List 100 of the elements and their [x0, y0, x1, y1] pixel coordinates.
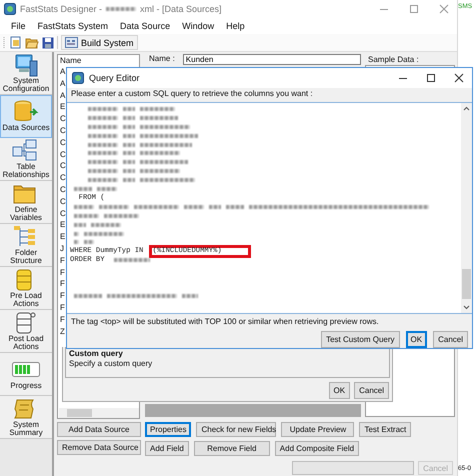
list-item[interactable]: C: [58, 208, 67, 220]
list-item[interactable]: A: [58, 90, 67, 102]
blurred-text: [123, 134, 135, 138]
field-button[interactable]: Add Field: [145, 441, 189, 456]
column-header: Name: [59, 55, 82, 66]
blurred-text: [97, 187, 117, 192]
field-button[interactable]: Add Composite Field: [274, 441, 360, 456]
list-item[interactable]: C: [58, 148, 67, 160]
menu-item[interactable]: File: [11, 21, 26, 31]
blurred-text: [123, 160, 135, 164]
blurred-text: [140, 107, 175, 112]
list-item[interactable]: F: [58, 290, 67, 302]
list-item[interactable]: C: [58, 196, 67, 208]
blurred-text: [88, 107, 118, 112]
maximize-icon[interactable]: [426, 72, 436, 83]
blurred-text: [226, 204, 244, 209]
blurred-text: [140, 169, 180, 174]
blurred-text: [74, 214, 99, 218]
close-icon[interactable]: [454, 72, 464, 83]
build-system-button[interactable]: Build System: [61, 35, 138, 50]
description-text: Specify a custom query: [69, 359, 154, 368]
blurred-text: [88, 178, 118, 182]
window-title: xml - [Data Sources]: [140, 4, 222, 14]
field-button[interactable]: Properties: [145, 422, 192, 437]
blurred-text: [107, 294, 177, 298]
list-item[interactable]: E: [58, 101, 67, 114]
scrollbar-thumb[interactable]: [462, 269, 471, 299]
menu-item[interactable]: Data Source: [120, 21, 170, 31]
blurred-text: [88, 134, 118, 138]
blurred-text: [123, 142, 135, 147]
blurred-text: [184, 204, 204, 209]
menu-item[interactable]: FastStats System: [38, 21, 108, 31]
list-item[interactable]: F: [58, 266, 67, 278]
blurred-text: [123, 116, 135, 120]
blurred-text: [140, 178, 195, 182]
blurred-text: [123, 124, 135, 129]
blurred-text: [140, 134, 198, 138]
blurred-text: [91, 222, 121, 227]
vertical-scrollbar[interactable]: [461, 102, 472, 313]
toolbar-gripper-icon: [3, 36, 6, 49]
menu-item[interactable]: Window: [182, 21, 214, 31]
blurred-text: [123, 169, 135, 174]
blurred-text: [134, 204, 179, 209]
horizontal-scrollbar[interactable]: [59, 408, 139, 418]
sample-data-label: Sample Data :: [367, 54, 420, 65]
blurred-text: [88, 124, 118, 129]
blurred-text: [74, 294, 102, 298]
dialog-button[interactable]: Cancel: [433, 331, 468, 348]
dialog-button[interactable]: Test Custom Query: [321, 331, 400, 348]
blurred-text: [74, 204, 94, 209]
blurred-text: [140, 124, 190, 129]
description-title: Custom query: [69, 348, 124, 359]
field-button[interactable]: Remove Field: [194, 441, 270, 456]
save-icon[interactable]: [42, 36, 54, 48]
blurred-text: [140, 160, 188, 164]
field-button[interactable]: Check for new Fields: [196, 422, 276, 437]
list-item[interactable]: F: [58, 278, 67, 290]
list-item[interactable]: F: [58, 302, 67, 314]
blurred-text: [88, 142, 118, 147]
list-item[interactable]: C: [58, 172, 67, 184]
field-button[interactable]: Update Preview: [281, 422, 354, 437]
open-folder-icon[interactable]: [25, 36, 39, 49]
list-item[interactable]: A: [58, 66, 67, 78]
blurred-text: [74, 187, 92, 192]
list-item[interactable]: Z: [58, 326, 67, 338]
blurred-text: [84, 232, 124, 236]
blurred-text: [74, 222, 86, 227]
new-file-icon[interactable]: [9, 36, 22, 49]
blurred-text: [88, 160, 118, 164]
list-item[interactable]: C: [58, 160, 67, 172]
data-source-button[interactable]: Remove Data Source: [57, 440, 141, 455]
dialog-button[interactable]: Cancel: [354, 382, 389, 399]
list-item[interactable]: C: [58, 136, 67, 149]
list-item[interactable]: E: [58, 231, 67, 243]
app-icon: [72, 72, 84, 84]
blurred-text: [123, 107, 135, 112]
field-button[interactable]: Test Extract: [359, 422, 412, 437]
list-item[interactable]: C: [58, 113, 67, 125]
dialog-title: Query Editor: [89, 72, 140, 83]
name-field[interactable]: Kunden: [182, 54, 361, 65]
blurred-text: [88, 116, 118, 120]
blurred-text: [123, 178, 135, 182]
menu-item[interactable]: Help: [226, 21, 245, 31]
dialog-button[interactable]: OK: [406, 331, 428, 348]
blurred-text: [140, 151, 180, 156]
list-item[interactable]: E: [58, 219, 67, 232]
hint-text: The tag <top> will be substituted with TOP 100 or similar when retrieving preview rows.: [70, 316, 380, 326]
list-item[interactable]: F: [58, 314, 67, 326]
list-item[interactable]: A: [58, 78, 67, 90]
list-item[interactable]: C: [58, 184, 67, 196]
list-item[interactable]: F: [58, 254, 67, 267]
list-item[interactable]: C: [58, 124, 67, 137]
blurred-text: [99, 204, 129, 209]
dialog-button[interactable]: OK: [328, 382, 350, 399]
list-item[interactable]: J: [58, 242, 67, 255]
blurred-text: [209, 204, 221, 209]
blurred-text: [140, 142, 192, 147]
data-source-button[interactable]: Add Data Source: [57, 422, 141, 437]
window-title: FastStats Designer -: [20, 4, 102, 14]
app-icon: [4, 3, 16, 15]
